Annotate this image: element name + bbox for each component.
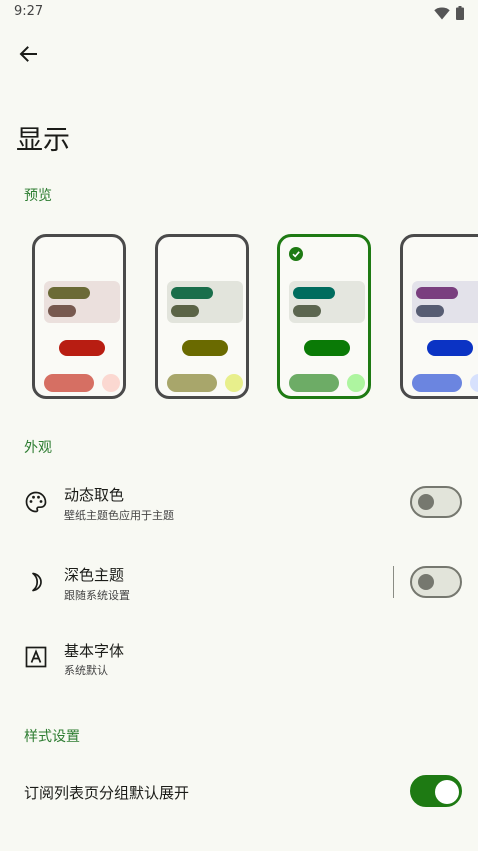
switch-knob [418, 574, 434, 590]
card-dot [347, 374, 365, 392]
card-wide-pill [289, 374, 339, 392]
card-button-pill [182, 340, 228, 356]
card-bar [171, 287, 213, 299]
battery-icon [456, 5, 464, 24]
setting-dark-theme[interactable]: 深色主题 跟随系统设置 [0, 550, 478, 614]
check-icon [289, 247, 303, 261]
theme-card-2[interactable] [155, 234, 249, 399]
theme-card-1[interactable] [32, 234, 126, 399]
card-button-pill [427, 340, 473, 356]
card-wide-pill [412, 374, 462, 392]
setting-title: 动态取色 [64, 486, 125, 504]
card-wide-pill [167, 374, 217, 392]
dynamic-color-switch[interactable] [410, 486, 462, 518]
card-bar [293, 305, 321, 317]
setting-title: 基本字体 [64, 642, 125, 660]
back-button[interactable] [8, 36, 48, 76]
card-dot [225, 374, 243, 392]
status-icons [434, 5, 464, 24]
card-bar [171, 305, 199, 317]
setting-title: 深色主题 [64, 566, 125, 584]
card-bar [293, 287, 335, 299]
card-dot [102, 374, 120, 392]
status-time: 9:27 [14, 4, 44, 19]
section-header-appearance: 外观 [24, 440, 52, 456]
setting-dynamic-color[interactable]: 动态取色 壁纸主题色应用于主题 [0, 470, 478, 534]
switch-knob [435, 780, 459, 804]
switch-knob [418, 494, 434, 510]
card-button-pill [59, 340, 105, 356]
group-expand-switch[interactable] [410, 775, 462, 807]
setting-group-expand[interactable]: 订阅列表页分组默认展开 [0, 760, 478, 824]
dark-theme-switch[interactable] [410, 566, 462, 598]
theme-preview-list[interactable] [32, 234, 478, 404]
moon-icon [24, 570, 48, 594]
vertical-divider [393, 566, 394, 598]
card-bar [48, 287, 90, 299]
page-title: 显示 [16, 125, 70, 156]
palette-icon [24, 490, 48, 514]
theme-card-3-selected[interactable] [277, 234, 371, 399]
setting-subtitle: 系统默认 [64, 664, 108, 677]
card-bar [416, 287, 458, 299]
theme-card-4[interactable] [400, 234, 478, 399]
status-bar: 9:27 [0, 0, 478, 24]
arrow-left-icon [18, 44, 38, 68]
section-header-style: 样式设置 [24, 729, 80, 745]
card-dot [470, 374, 478, 392]
display-settings-screen: 9:27 显示 预览 外观 动态取色 壁纸主题色应用于主题 深色主题 跟随系统设… [0, 0, 478, 851]
wifi-icon [434, 5, 450, 24]
card-bar [48, 305, 76, 317]
setting-subtitle: 壁纸主题色应用于主题 [64, 509, 174, 522]
setting-title: 订阅列表页分组默认展开 [24, 784, 190, 802]
font-icon [24, 645, 48, 669]
card-button-pill [304, 340, 350, 356]
card-wide-pill [44, 374, 94, 392]
section-header-preview: 预览 [24, 188, 52, 204]
setting-subtitle: 跟随系统设置 [64, 589, 130, 602]
card-bar [416, 305, 444, 317]
setting-base-font[interactable]: 基本字体 系统默认 [0, 628, 478, 692]
